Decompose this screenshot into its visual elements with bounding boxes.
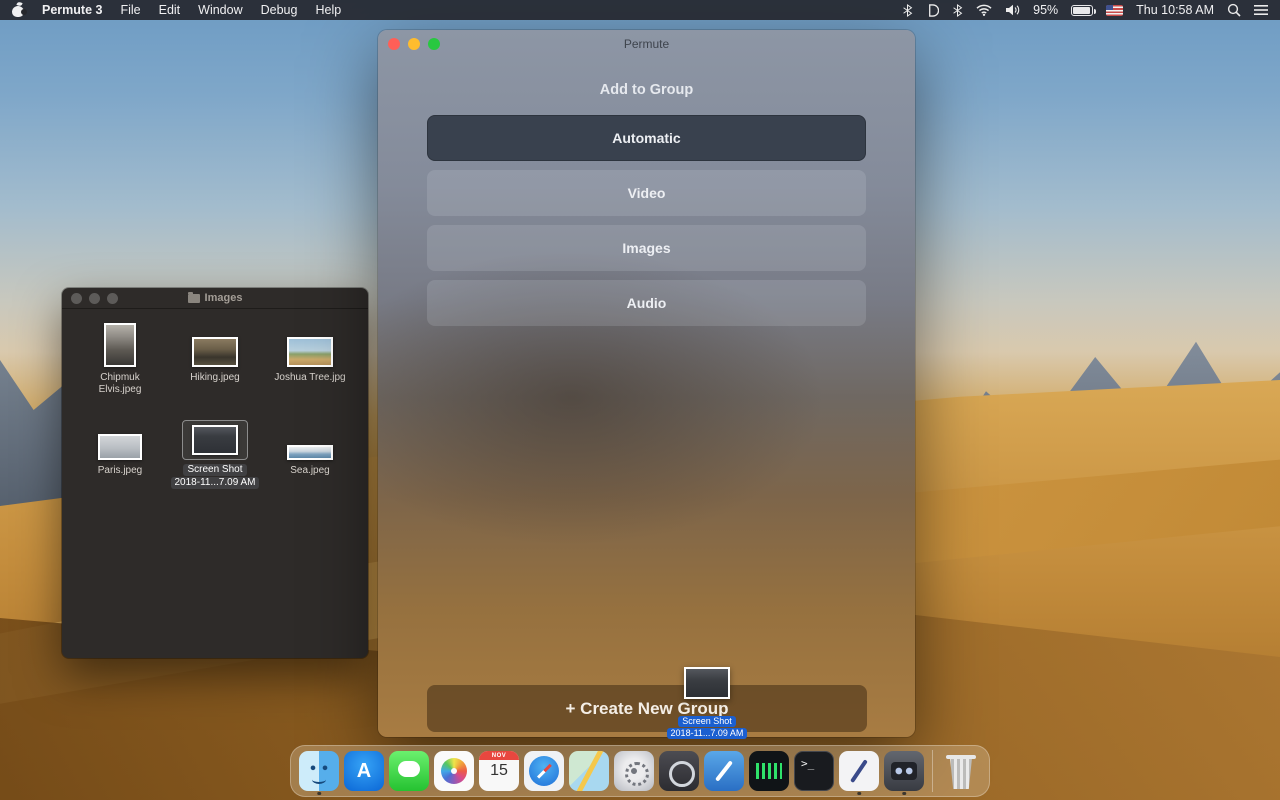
photos-icon (434, 751, 474, 791)
file-thumbnail (98, 434, 142, 460)
dock-icon-photos[interactable] (434, 748, 474, 794)
group-list: Automatic Video Images Audio (427, 115, 866, 326)
menu-help[interactable]: Help (315, 3, 341, 17)
menu-window[interactable]: Window (198, 3, 242, 17)
dock-icon-safari[interactable] (524, 748, 564, 794)
xcode-icon (704, 751, 744, 791)
file-thumbnail (192, 337, 238, 367)
bluetooth-icon[interactable] (902, 3, 913, 18)
file-item-hiking[interactable]: Hiking.jpeg (168, 317, 263, 396)
file-item-joshua-tree[interactable]: Joshua Tree.jpg (263, 317, 358, 396)
maps-icon (569, 751, 609, 791)
group-button-images[interactable]: Images (427, 225, 866, 271)
dock-icon-maps[interactable] (569, 748, 609, 794)
permute-window: Permute Add to Group Automatic Video Ima… (378, 30, 915, 737)
file-thumbnail (192, 425, 238, 455)
dock: NOV 15 (290, 745, 990, 797)
file-thumbnail (287, 337, 333, 367)
file-item-sea[interactable]: Sea.jpeg (263, 410, 358, 489)
dock-icon-quicktime[interactable] (659, 748, 699, 794)
calendar-icon: NOV 15 (479, 751, 519, 791)
audio-meter-icon (749, 751, 789, 791)
quicktime-icon (659, 751, 699, 791)
dock-icon-notes[interactable] (839, 748, 879, 794)
running-indicator (857, 792, 861, 796)
group-button-automatic[interactable]: Automatic (427, 115, 866, 161)
dock-icon-xcode[interactable] (704, 748, 744, 794)
menu-debug[interactable]: Debug (261, 3, 298, 17)
menu-clock[interactable]: Thu 10:58 AM (1136, 3, 1214, 17)
spotlight-icon[interactable] (1227, 3, 1241, 17)
dock-icon-calendar[interactable]: NOV 15 (479, 748, 519, 794)
dock-divider (932, 750, 933, 792)
app-store-icon (344, 751, 384, 791)
control-list-icon[interactable] (1254, 4, 1268, 16)
running-indicator (317, 792, 321, 796)
d-badge-icon[interactable] (926, 3, 939, 18)
file-item-chipmuk-elvis[interactable]: Chipmuk Elvis.jpeg (73, 317, 168, 396)
safari-icon (524, 751, 564, 791)
dock-icon-messages[interactable] (389, 748, 429, 794)
dock-icon-app-store[interactable] (344, 748, 384, 794)
wifi-icon[interactable] (976, 4, 992, 16)
dock-icon-audio-meter[interactable] (749, 748, 789, 794)
finder-icon (299, 751, 339, 791)
finder-window-title: Images (62, 292, 368, 304)
dock-icon-system-preferences[interactable] (614, 748, 654, 794)
menu-file[interactable]: File (120, 3, 140, 17)
file-item-paris[interactable]: Paris.jpeg (73, 410, 168, 489)
selection-highlight (182, 420, 248, 460)
running-indicator (902, 792, 906, 796)
dock-icon-permute[interactable] (884, 748, 924, 794)
battery-percent-label: 95% (1033, 3, 1058, 17)
group-button-video[interactable]: Video (427, 170, 866, 216)
dock-icon-terminal[interactable] (794, 748, 834, 794)
finder-window: Images Chipmuk Elvis.jpeg Hiking.jpeg Jo… (62, 288, 368, 658)
menu-bar: Permute 3 File Edit Window Debug Help 95… (0, 0, 1280, 20)
notes-icon (839, 751, 879, 791)
menu-edit[interactable]: Edit (159, 3, 181, 17)
finder-file-grid: Chipmuk Elvis.jpeg Hiking.jpeg Joshua Tr… (62, 317, 368, 489)
permute-titlebar[interactable]: Permute (378, 30, 915, 57)
volume-icon[interactable] (1005, 4, 1020, 16)
drag-preview-thumbnail[interactable] (684, 667, 730, 699)
terminal-icon (794, 751, 834, 791)
add-to-group-heading: Add to Group (378, 82, 915, 98)
gear-icon (614, 751, 654, 791)
create-new-group-button[interactable]: + Create New Group (427, 685, 867, 732)
trash-icon (943, 751, 979, 791)
file-thumbnail (287, 445, 333, 460)
apple-menu-icon[interactable] (12, 3, 24, 17)
messages-icon (389, 751, 429, 791)
permute-window-title: Permute (378, 37, 915, 51)
dock-icon-finder[interactable] (299, 748, 339, 794)
finder-titlebar[interactable]: Images (62, 288, 368, 309)
menu-app-name[interactable]: Permute 3 (42, 3, 102, 17)
group-button-audio[interactable]: Audio (427, 280, 866, 326)
folder-icon (188, 294, 200, 303)
bluetooth-icon[interactable] (952, 3, 963, 18)
drag-preview-label: Screen Shot 2018-11...7.09 AM (652, 716, 762, 739)
input-language-flag-icon[interactable] (1106, 5, 1123, 16)
dock-icon-trash[interactable] (941, 748, 981, 794)
battery-icon[interactable] (1071, 5, 1093, 16)
file-thumbnail (104, 323, 136, 367)
permute-robot-icon (884, 751, 924, 791)
file-item-screen-shot[interactable]: Screen Shot 2018-11...7.09 AM (168, 410, 263, 489)
